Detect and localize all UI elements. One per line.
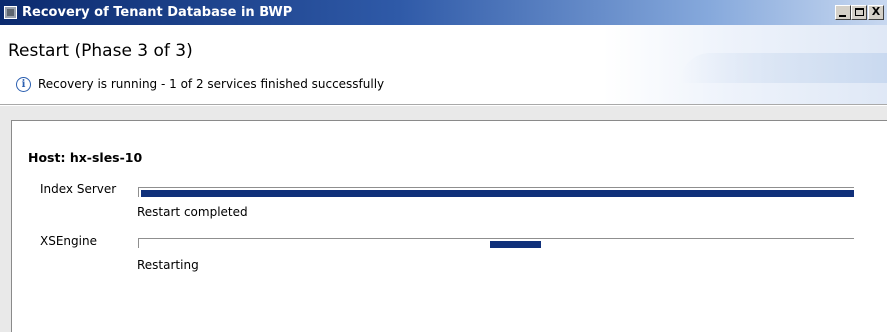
banner-decoration bbox=[680, 53, 887, 83]
service-name-index-server: Index Server bbox=[40, 182, 117, 196]
close-button[interactable]: X bbox=[868, 5, 884, 20]
host-title: Host: hx-sles-10 bbox=[28, 150, 143, 165]
service-name-xsengine: XSEngine bbox=[40, 234, 97, 248]
progress-marquee-xsengine bbox=[490, 241, 541, 248]
phase-header: Restart (Phase 3 of 3) i Recovery is run… bbox=[0, 25, 887, 105]
minimize-icon bbox=[839, 15, 846, 17]
progress-bar-index-server bbox=[138, 187, 854, 197]
progress-fill-index-server bbox=[141, 190, 854, 197]
status-message: Recovery is running - 1 of 2 services fi… bbox=[38, 77, 385, 91]
host-panel: Host: hx-sles-10 Index Server Restart co… bbox=[11, 120, 887, 332]
close-icon: X bbox=[871, 5, 881, 18]
service-status-xsengine: Restarting bbox=[137, 258, 199, 272]
page-title: Restart (Phase 3 of 3) bbox=[8, 41, 193, 61]
window-title: Recovery of Tenant Database in BWP bbox=[22, 5, 293, 20]
maximize-icon bbox=[855, 8, 864, 16]
title-bar[interactable]: Recovery of Tenant Database in BWP X bbox=[0, 0, 887, 25]
content-background bbox=[0, 106, 887, 120]
app-icon bbox=[4, 6, 17, 19]
info-icon: i bbox=[16, 77, 31, 92]
progress-bar-xsengine bbox=[138, 238, 854, 248]
maximize-button[interactable] bbox=[851, 5, 867, 20]
recovery-window: Recovery of Tenant Database in BWP X Res… bbox=[0, 0, 887, 332]
minimize-button[interactable] bbox=[835, 5, 851, 20]
service-status-index-server: Restart completed bbox=[137, 205, 248, 219]
panel-margin bbox=[0, 120, 11, 332]
